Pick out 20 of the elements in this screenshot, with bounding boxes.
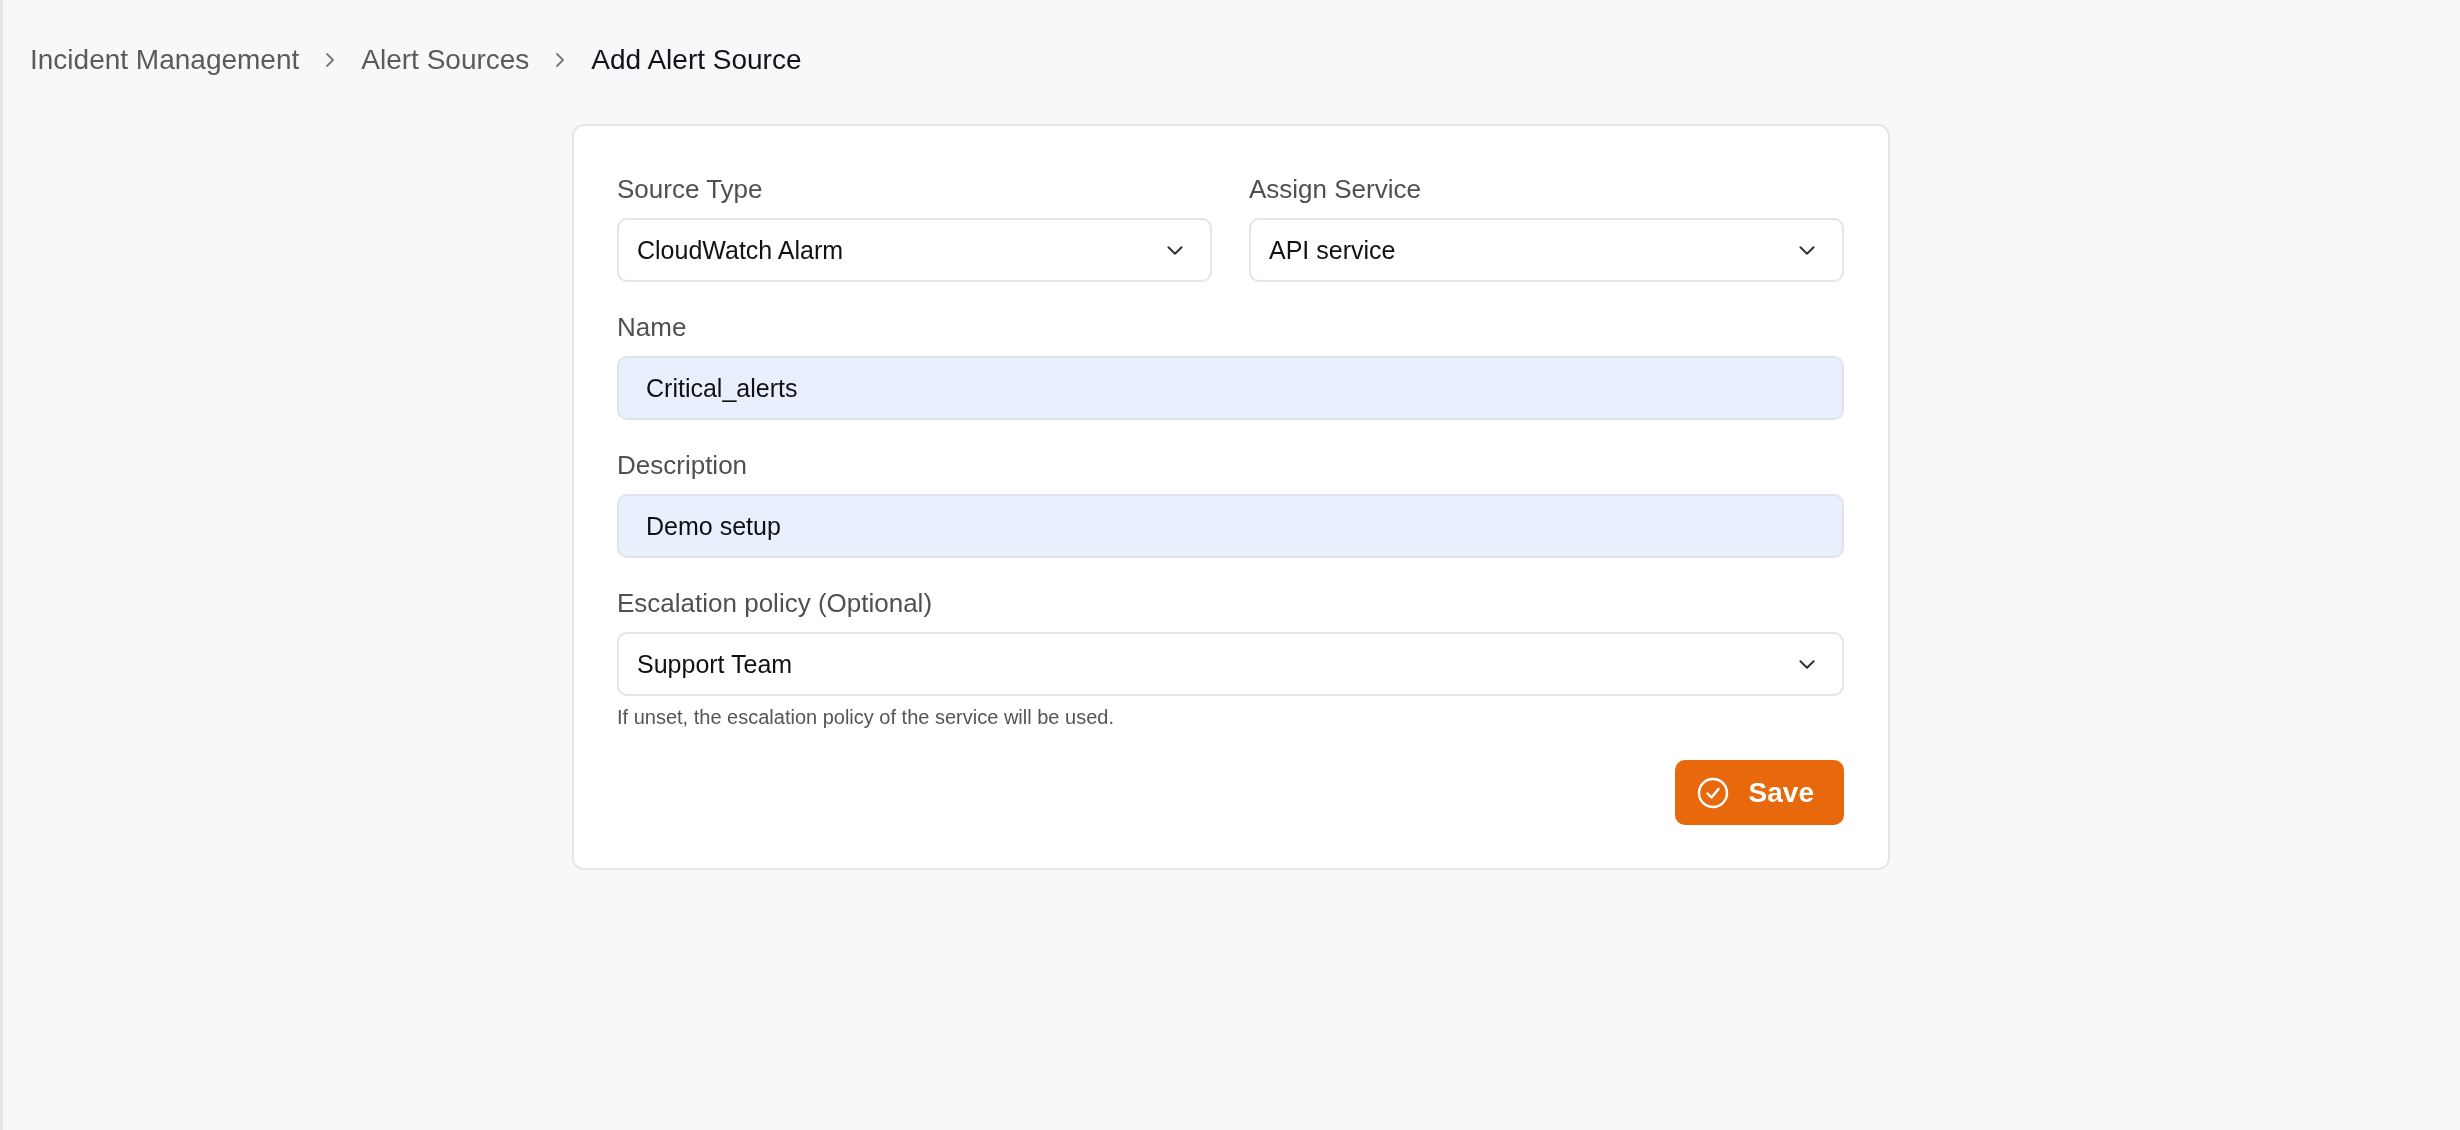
field-hint: If unset, the escalation policy of the service will be used. (617, 705, 1114, 730)
field-label: Assign Service (1249, 174, 1421, 204)
field-label: Description (617, 450, 748, 480)
check-circle-icon (1696, 776, 1729, 809)
breadcrumb-link[interactable]: Alert Sources (361, 43, 530, 77)
chevron-down-icon (1798, 658, 1816, 670)
field-label: Source Type (617, 174, 763, 204)
select-field[interactable]: API service (1249, 218, 1844, 282)
breadcrumb-link[interactable]: Incident Management (30, 43, 300, 77)
chevron-down-icon (1166, 244, 1184, 256)
chevron-right-icon (555, 52, 566, 68)
field-label: Escalation policy (Optional) (617, 588, 933, 618)
select-field[interactable]: CloudWatch Alarm (617, 218, 1212, 282)
field-label: Name (617, 312, 687, 342)
breadcrumb-current: Add Alert Source (591, 43, 802, 77)
text-field[interactable]: Demo setup (617, 494, 1844, 558)
chevron-down-icon (1798, 244, 1816, 256)
text-field[interactable]: Critical_alerts (617, 356, 1844, 420)
chevron-right-icon (325, 52, 336, 68)
select-field[interactable]: Support Team (617, 632, 1844, 696)
